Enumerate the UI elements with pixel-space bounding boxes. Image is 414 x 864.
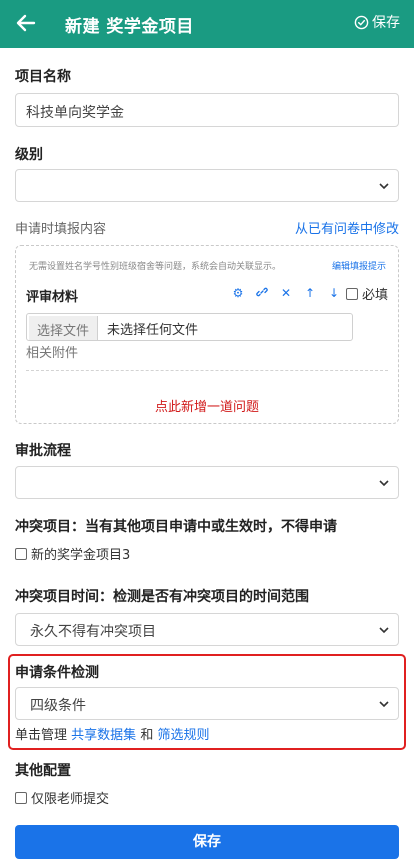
level-label: 级别	[15, 147, 43, 163]
project-name-input[interactable]: 科技单向奖学金	[15, 93, 399, 127]
condition-check-select[interactable]: 四级条件	[15, 687, 399, 720]
condition-check-label: 申请条件检测	[15, 665, 99, 681]
condition-check-value: 四级条件	[30, 698, 86, 714]
teacher-only-checkbox[interactable]	[15, 791, 27, 804]
manage-prefix: 单击管理	[15, 728, 68, 743]
save-button[interactable]: 保存	[15, 825, 399, 859]
approval-flow-select[interactable]	[15, 466, 399, 499]
question-toolbar: ⚙ ✕ ↑ ↓	[232, 286, 340, 300]
level-select[interactable]	[15, 169, 399, 202]
review-materials-title: 评审材料	[26, 290, 79, 305]
file-input[interactable]: 选择文件 未选择任何文件	[26, 313, 353, 341]
required-checkbox-box[interactable]	[345, 287, 358, 300]
approval-flow-label: 审批流程	[15, 443, 71, 459]
condition-manage-line: 单击管理 共享数据集 和 筛选规则	[15, 724, 209, 743]
arrow-up-icon[interactable]: ↑	[304, 286, 316, 300]
chevron-down-icon	[379, 480, 389, 487]
project-name-label: 项目名称	[15, 69, 71, 85]
no-file-text: 未选择任何文件	[107, 323, 199, 338]
apply-content-label: 申请时填报内容	[15, 222, 107, 237]
and-text: 和	[140, 728, 154, 743]
filter-rules-link[interactable]: 筛选规则	[157, 728, 209, 743]
chevron-down-icon	[379, 627, 389, 634]
conflict-time-value: 永久不得有冲突项目	[30, 624, 156, 640]
shared-dataset-link[interactable]: 共享数据集	[71, 728, 136, 743]
conflict-option-checkbox[interactable]	[15, 547, 27, 560]
header-save-label: 保存	[372, 15, 400, 31]
modify-from-survey-link[interactable]: 从已有问卷中修改	[295, 218, 399, 237]
teacher-only-option[interactable]: 仅限老师提交	[15, 788, 109, 807]
gear-icon[interactable]: ⚙	[232, 286, 244, 300]
question-editor-box: 无需设置姓名学号性别班级宿舍等问题，系统会自动关联显示。 编辑填报提示 评审材料…	[15, 245, 399, 424]
attachment-label: 相关附件	[26, 346, 79, 361]
check-circle-icon	[354, 15, 369, 29]
teacher-only-label: 仅限老师提交	[31, 792, 110, 807]
link-icon[interactable]	[256, 286, 268, 300]
conflict-time-label: 冲突项目时间：检测是否有冲突项目的时间范围	[15, 589, 309, 605]
choose-file-button[interactable]: 选择文件	[29, 316, 99, 340]
add-question-button[interactable]: 点此新增一道问题	[16, 396, 398, 415]
chevron-down-icon	[379, 701, 389, 708]
page-title: 新建 奖学金项目	[65, 17, 194, 37]
conflict-time-select[interactable]: 永久不得有冲突项目	[15, 613, 399, 646]
fill-hint-text: 无需设置姓名学号性别班级宿舍等问题，系统会自动关联显示。	[29, 262, 282, 272]
conflict-option[interactable]: 新的奖学金项目3	[15, 544, 130, 563]
close-icon[interactable]: ✕	[280, 286, 292, 300]
other-config-label: 其他配置	[15, 763, 71, 779]
required-label: 必填	[361, 288, 388, 303]
edit-fill-hint-link[interactable]: 编辑填报提示	[332, 259, 386, 272]
header-save-button[interactable]: 保存	[354, 12, 400, 32]
conflict-option-label: 新的奖学金项目3	[31, 548, 131, 563]
question-divider	[26, 370, 388, 371]
required-checkbox[interactable]: 必填	[345, 284, 388, 303]
arrow-down-icon[interactable]: ↓	[328, 286, 340, 300]
conflict-label: 冲突项目：当有其他项目申请中或生效时，不得申请	[15, 519, 337, 535]
chevron-down-icon	[379, 183, 389, 190]
top-app-bar: 新建 奖学金项目 保存	[0, 0, 414, 48]
back-arrow-icon[interactable]	[14, 10, 38, 36]
